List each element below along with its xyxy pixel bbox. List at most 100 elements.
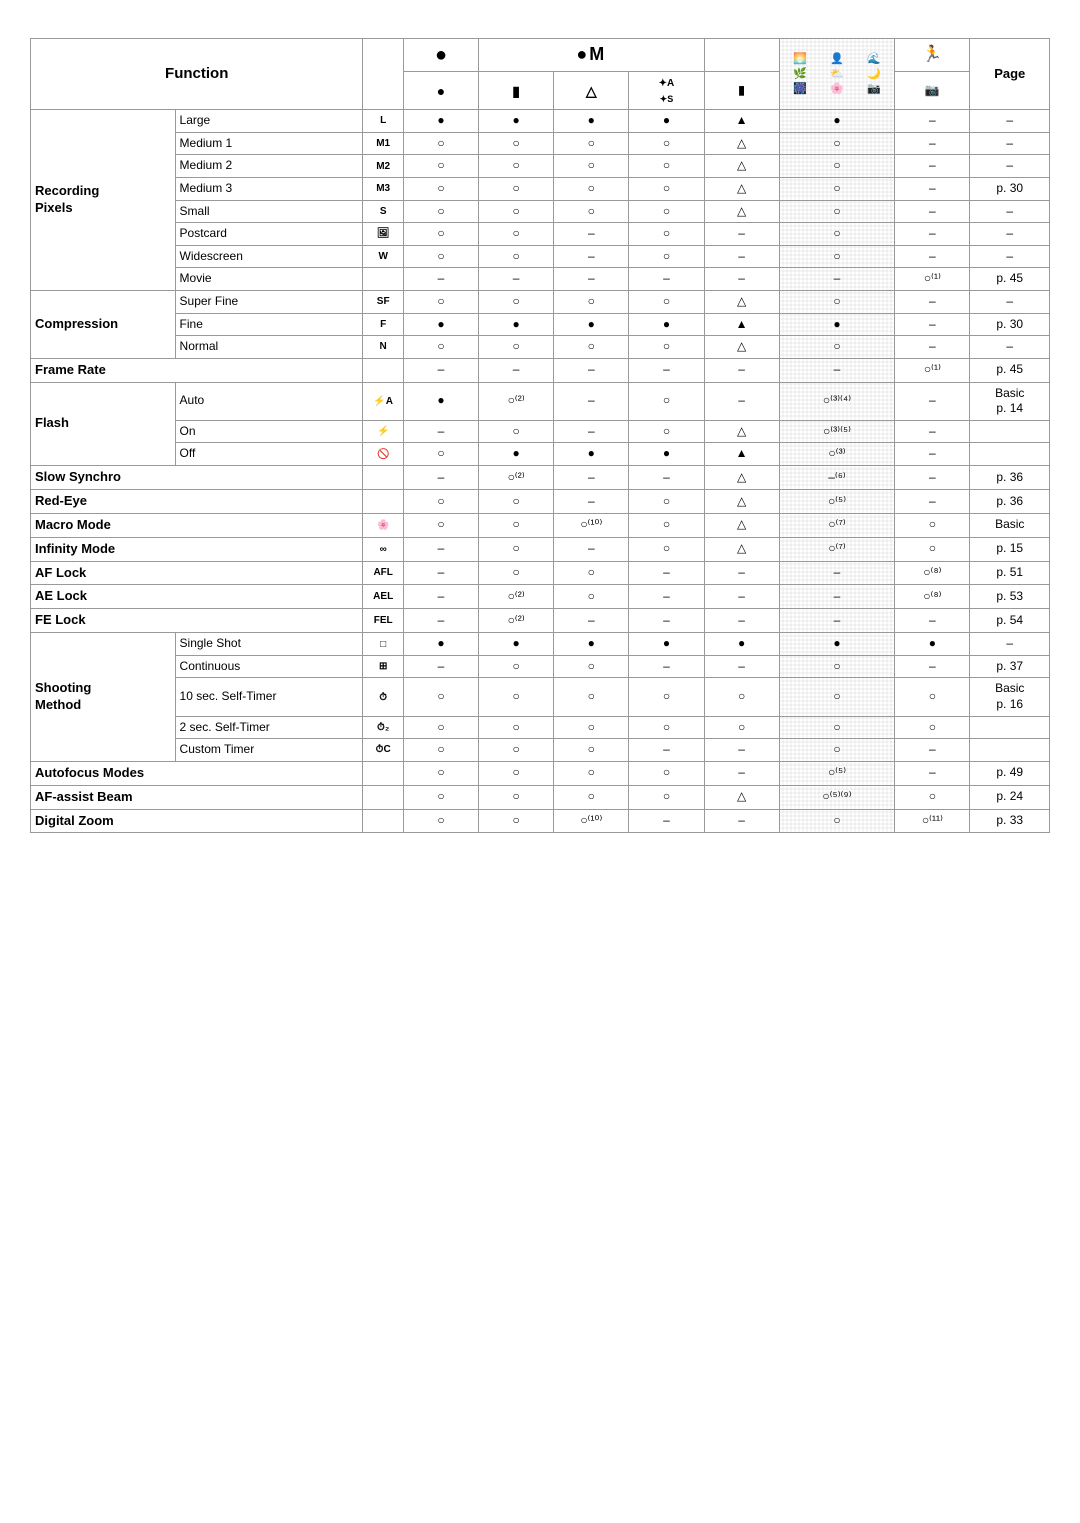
data-cell-c5: – — [704, 245, 779, 268]
data-cell-c6: – — [779, 609, 895, 633]
row-group-label: Digital Zoom — [31, 809, 363, 833]
data-cell-c2: ○ — [479, 223, 554, 246]
row-icon — [363, 809, 403, 833]
data-cell-c1: ○ — [403, 290, 478, 313]
data-cell-c7: – — [895, 443, 970, 466]
row-icon — [363, 465, 403, 489]
data-cell-page: p. 49 — [970, 761, 1050, 785]
data-cell-c2: ○ — [479, 739, 554, 762]
data-cell-c4: ● — [629, 110, 704, 133]
data-cell-c4: ● — [629, 313, 704, 336]
data-cell-c2: ○ — [479, 420, 554, 443]
data-cell-page: – — [970, 110, 1050, 133]
row-sub-label: Widescreen — [175, 245, 363, 268]
data-cell-c1: – — [403, 585, 478, 609]
row-sub-label: On — [175, 420, 363, 443]
row-sub-label: Large — [175, 110, 363, 133]
row-group-label: Shooting Method — [31, 633, 176, 762]
data-cell-page: – — [970, 336, 1050, 359]
row-sub-label: Super Fine — [175, 290, 363, 313]
data-cell-c6: ○ — [779, 739, 895, 762]
data-cell-c6: – — [779, 561, 895, 585]
data-cell-c4: ○ — [629, 420, 704, 443]
data-cell-c5: △ — [704, 200, 779, 223]
data-cell-c4: – — [629, 465, 704, 489]
data-cell-c3: ○⁽¹⁰⁾ — [554, 513, 629, 537]
data-cell-page: p. 54 — [970, 609, 1050, 633]
data-cell-c2: ○ — [479, 537, 554, 561]
data-cell-c7: ○ — [895, 678, 970, 716]
data-cell-c7: – — [895, 290, 970, 313]
data-cell-c3: ○ — [554, 200, 629, 223]
data-cell-c6: ○⁽⁵⁾⁽⁹⁾ — [779, 785, 895, 809]
row-group-label: Compression — [31, 290, 176, 358]
data-cell-page: p. 36 — [970, 489, 1050, 513]
data-cell-c5: △ — [704, 489, 779, 513]
row-sub-label: Auto — [175, 382, 363, 420]
data-cell-c4: ○ — [629, 177, 704, 200]
data-cell-page: p. 15 — [970, 537, 1050, 561]
data-cell-c3: ○ — [554, 155, 629, 178]
data-cell-c7: – — [895, 313, 970, 336]
table-row: Infinity Mode∞–○–○△○⁽⁷⁾○p. 15 — [31, 537, 1050, 561]
data-cell-c7: ○⁽⁸⁾ — [895, 585, 970, 609]
data-cell-c5: △ — [704, 177, 779, 200]
data-cell-c3: – — [554, 358, 629, 382]
row-icon: ⏱ — [363, 678, 403, 716]
data-cell-c3: ○ — [554, 132, 629, 155]
data-cell-c1: ● — [403, 633, 478, 656]
row-icon: N — [363, 336, 403, 359]
table-row: AF-assist Beam○○○○△○⁽⁵⁾⁽⁹⁾○p. 24 — [31, 785, 1050, 809]
data-cell-c2: ○ — [479, 561, 554, 585]
table-row: CompressionSuper FineSF○○○○△○–– — [31, 290, 1050, 313]
data-cell-c6: ○ — [779, 655, 895, 678]
data-cell-c7: ○ — [895, 537, 970, 561]
data-cell-c7: ○ — [895, 513, 970, 537]
row-group-label: Recording Pixels — [31, 110, 176, 291]
data-cell-c5: ▲ — [704, 443, 779, 466]
data-cell-c1: – — [403, 268, 478, 291]
data-cell-c1: ○ — [403, 739, 478, 762]
data-cell-c2: ○ — [479, 678, 554, 716]
data-cell-c3: – — [554, 245, 629, 268]
data-cell-c2: ● — [479, 443, 554, 466]
data-cell-c6: – — [779, 585, 895, 609]
data-cell-c4: – — [629, 609, 704, 633]
data-cell-c3: – — [554, 609, 629, 633]
data-cell-c5: – — [704, 585, 779, 609]
data-cell-c1: ● — [403, 313, 478, 336]
row-icon — [363, 785, 403, 809]
data-cell-c1: ○ — [403, 716, 478, 739]
row-sub-label: Movie — [175, 268, 363, 291]
data-cell-page — [970, 420, 1050, 443]
data-cell-c7: – — [895, 420, 970, 443]
row-icon: ⏱₂ — [363, 716, 403, 739]
data-cell-c4: ○ — [629, 382, 704, 420]
table-row: Medium 1M1○○○○△○–– — [31, 132, 1050, 155]
row-group-label: AF-assist Beam — [31, 785, 363, 809]
table-row: Postcard🖼○○–○–○–– — [31, 223, 1050, 246]
data-cell-page: – — [970, 132, 1050, 155]
row-icon: FEL — [363, 609, 403, 633]
data-cell-c4: – — [629, 739, 704, 762]
data-cell-c6: ○⁽³⁾⁽⁵⁾ — [779, 420, 895, 443]
data-cell-c6: ○⁽³⁾ — [779, 443, 895, 466]
data-cell-page: Basic — [970, 513, 1050, 537]
table-row: FlashAuto⚡A●○⁽²⁾–○–○⁽³⁾⁽⁴⁾–Basic p. 14 — [31, 382, 1050, 420]
data-cell-page: p. 33 — [970, 809, 1050, 833]
data-cell-c3: – — [554, 489, 629, 513]
table-row: Movie––––––○⁽¹⁾p. 45 — [31, 268, 1050, 291]
row-sub-label: Postcard — [175, 223, 363, 246]
data-cell-c3: ○ — [554, 177, 629, 200]
row-icon: M3 — [363, 177, 403, 200]
data-cell-c1: ○ — [403, 223, 478, 246]
data-cell-c6: ○⁽⁷⁾ — [779, 513, 895, 537]
data-cell-c4: ○ — [629, 245, 704, 268]
data-cell-c6: ○ — [779, 245, 895, 268]
table-row: Macro Mode🌸○○○⁽¹⁰⁾○△○⁽⁷⁾○Basic — [31, 513, 1050, 537]
data-cell-c1: ○ — [403, 155, 478, 178]
data-cell-c3: ○ — [554, 785, 629, 809]
functions-table: Function ● ●M 🌅👤🌊 🌿⛅🌙 🎆🌸📷 🏃 Page ● ▮ — [30, 38, 1050, 833]
row-sub-label: Medium 3 — [175, 177, 363, 200]
data-cell-page: – — [970, 290, 1050, 313]
